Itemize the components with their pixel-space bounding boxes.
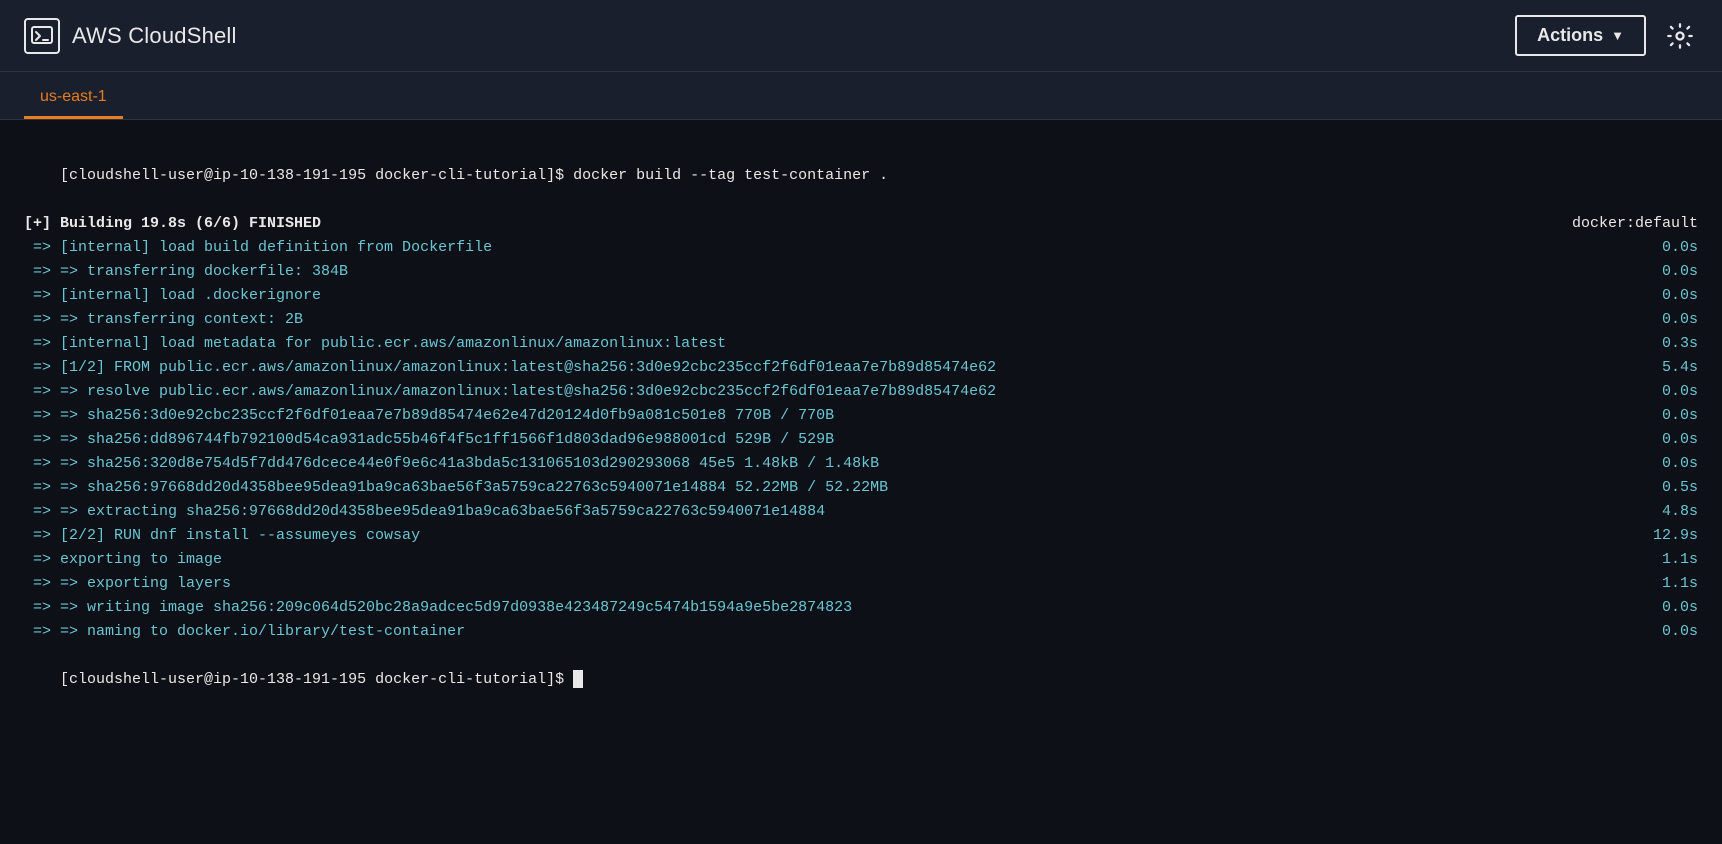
actions-chevron-icon: ▼ <box>1611 28 1624 43</box>
header: AWS CloudShell Actions ▼ <box>0 0 1722 72</box>
terminal-line-5: => [internal] load .dockerignore 0.0s <box>24 284 1698 308</box>
terminal-line-8: => [1/2] FROM public.ecr.aws/amazonlinux… <box>24 356 1698 380</box>
cursor <box>573 670 583 688</box>
terminal-line-3: => [internal] load build definition from… <box>24 236 1698 260</box>
tab-bar: us-east-1 <box>0 72 1722 120</box>
app-title: AWS CloudShell <box>72 23 237 49</box>
terminal-line-1: [cloudshell-user@ip-10-138-191-195 docke… <box>24 140 1698 212</box>
terminal-line-20: [cloudshell-user@ip-10-138-191-195 docke… <box>24 644 1698 716</box>
terminal-line-12: => => sha256:320d8e754d5f7dd476dcece44e0… <box>24 452 1698 476</box>
actions-button[interactable]: Actions ▼ <box>1515 15 1646 56</box>
terminal-line-11: => => sha256:dd896744fb792100d54ca931adc… <box>24 428 1698 452</box>
settings-button[interactable] <box>1662 18 1698 54</box>
terminal-line-9: => => resolve public.ecr.aws/amazonlinux… <box>24 380 1698 404</box>
terminal-line-2: [+] Building 19.8s (6/6) FINISHED docker… <box>24 212 1698 236</box>
terminal-line-15: => [2/2] RUN dnf install --assumeyes cow… <box>24 524 1698 548</box>
tab-us-east-1[interactable]: us-east-1 <box>24 80 123 119</box>
actions-label: Actions <box>1537 25 1603 46</box>
terminal-line-17: => => exporting layers 1.1s <box>24 572 1698 596</box>
header-left: AWS CloudShell <box>24 18 237 54</box>
terminal-line-19: => => naming to docker.io/library/test-c… <box>24 620 1698 644</box>
header-right: Actions ▼ <box>1515 15 1698 56</box>
terminal-line-10: => => sha256:3d0e92cbc235ccf2f6df01eaa7e… <box>24 404 1698 428</box>
terminal-line-4: => => transferring dockerfile: 384B 0.0s <box>24 260 1698 284</box>
terminal-line-13: => => sha256:97668dd20d4358bee95dea91ba9… <box>24 476 1698 500</box>
terminal-line-18: => => writing image sha256:209c064d520bc… <box>24 596 1698 620</box>
terminal[interactable]: [cloudshell-user@ip-10-138-191-195 docke… <box>0 120 1722 844</box>
terminal-line-6: => => transferring context: 2B 0.0s <box>24 308 1698 332</box>
cloudshell-icon <box>24 18 60 54</box>
terminal-line-16: => exporting to image 1.1s <box>24 548 1698 572</box>
terminal-line-7: => [internal] load metadata for public.e… <box>24 332 1698 356</box>
terminal-line-14: => => extracting sha256:97668dd20d4358be… <box>24 500 1698 524</box>
